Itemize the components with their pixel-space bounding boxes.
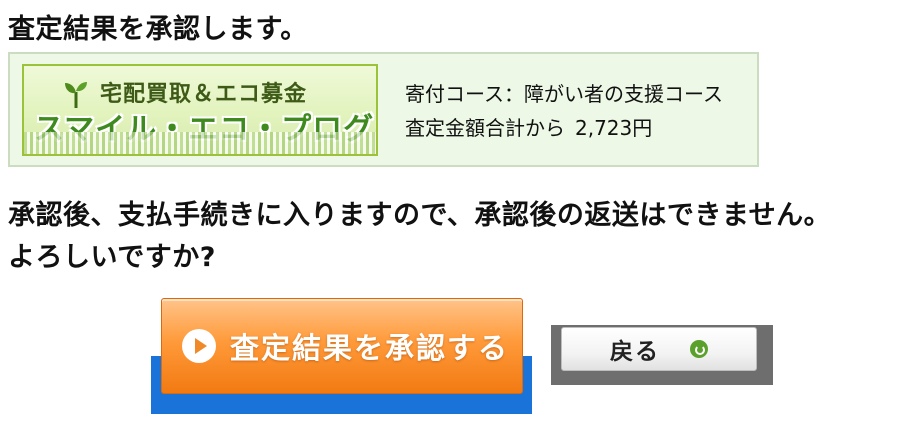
confirmation-message-line-1: 承認後、支払手続きに入りますので、承認後の返送はできません。: [8, 200, 832, 231]
approve-button-wrapper: 査定結果を承認する: [151, 298, 532, 414]
banner-grass-decoration: [24, 132, 376, 154]
donation-total-amount: 2,723円: [575, 116, 653, 140]
donation-course: 寄付コース：障がい者の支援コース: [405, 82, 723, 106]
back-button-wrapper: 戻る: [551, 325, 773, 385]
approve-button[interactable]: 査定結果を承認する: [161, 298, 523, 394]
smile-eco-program-banner: 宅配買取＆エコ募金 スマイル・エコ・プログラム: [22, 64, 378, 156]
back-button[interactable]: 戻る: [561, 327, 757, 371]
donation-total-label: 査定金額合計から: [405, 116, 565, 140]
confirmation-message-line-2: よろしいですか?: [8, 242, 216, 273]
return-icon: [690, 340, 708, 358]
page-heading: 査定結果を承認します。: [8, 14, 308, 45]
donation-info-box: 宅配買取＆エコ募金 スマイル・エコ・プログラム 寄付コース：障がい者の支援コース…: [8, 52, 759, 167]
confirmation-message: 承認後、支払手続きに入りますので、承認後の返送はできません。 よろしいですか?: [8, 195, 831, 279]
play-circle-icon: [182, 329, 216, 363]
donation-total: 査定金額合計から 2,723円: [405, 112, 652, 144]
back-button-label: 戻る: [610, 339, 660, 365]
approve-button-label: 査定結果を承認する: [230, 331, 510, 365]
